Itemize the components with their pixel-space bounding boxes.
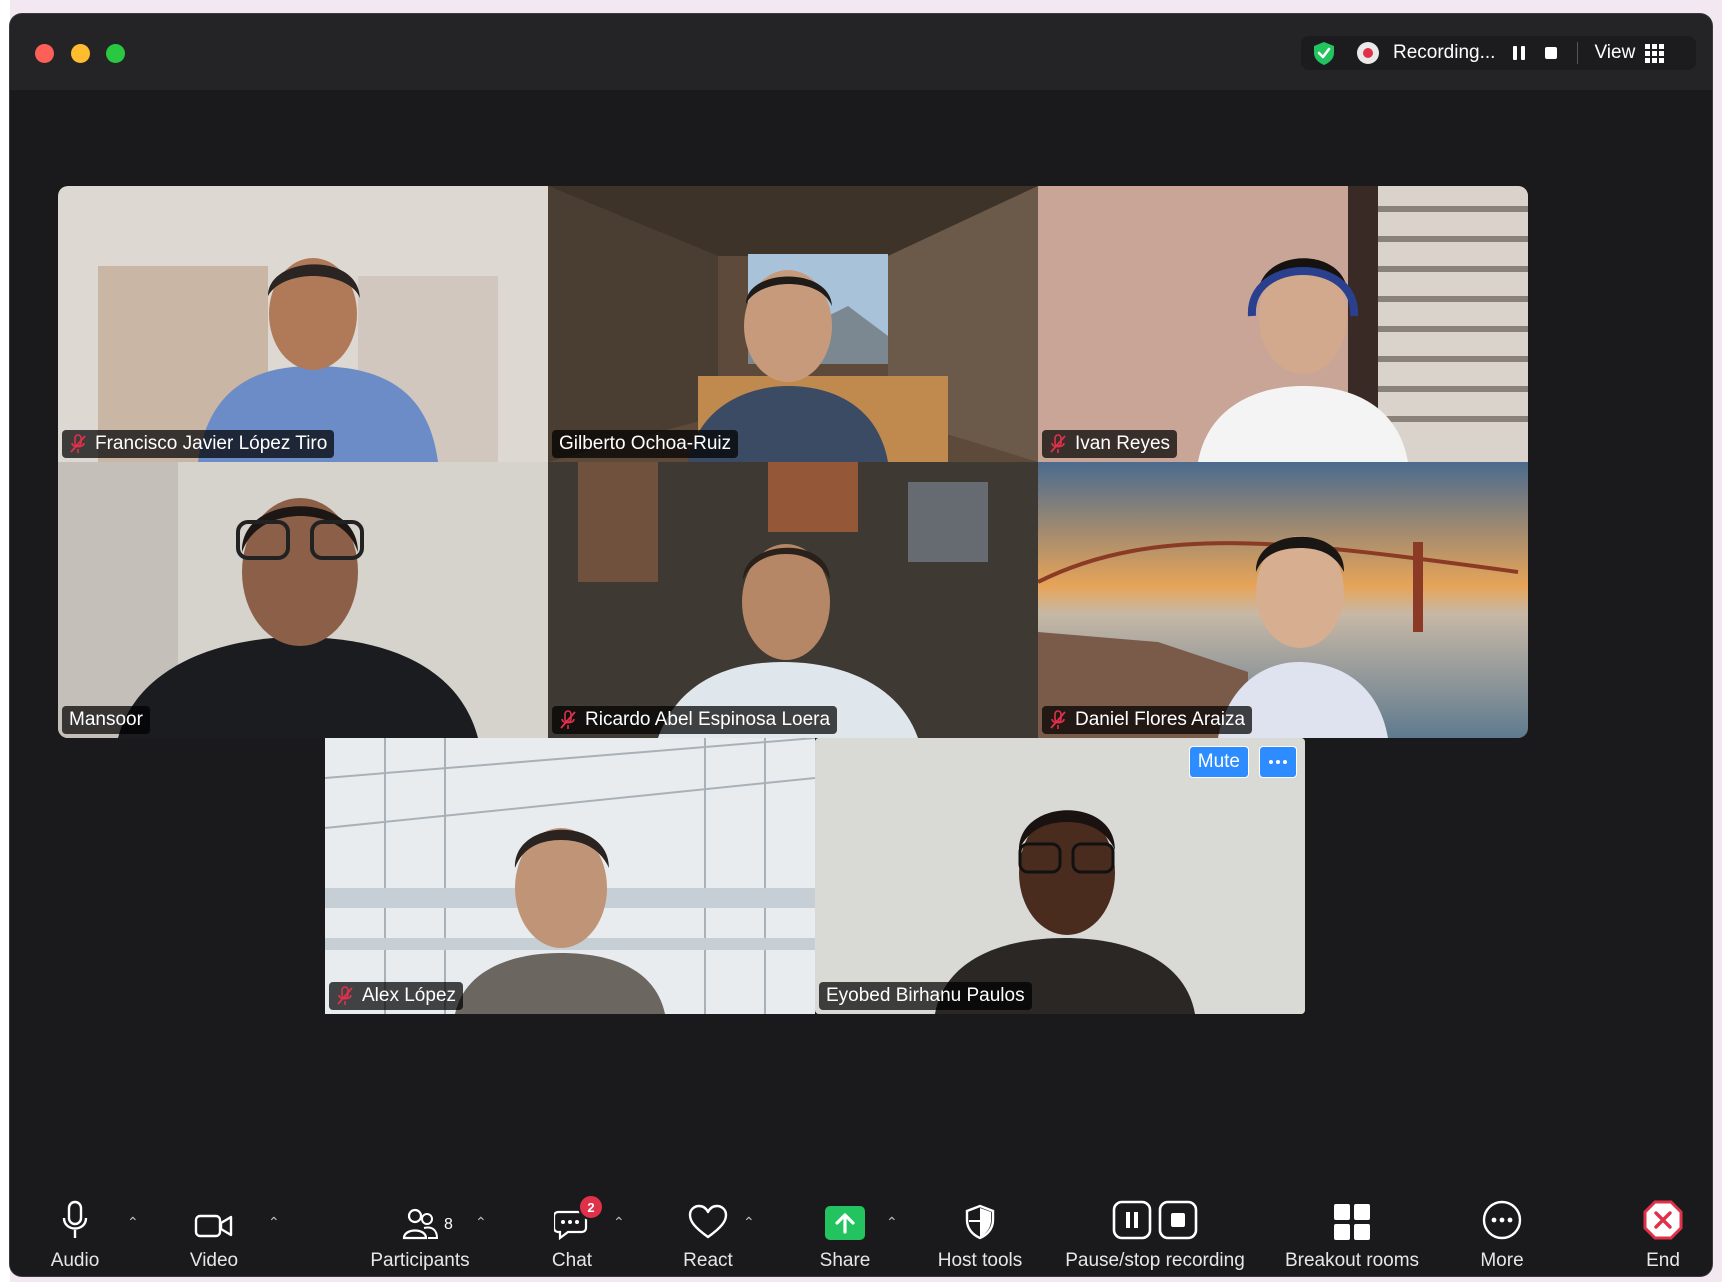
unread-chat-badge: 2 — [578, 1194, 604, 1220]
close-window-button[interactable] — [35, 44, 54, 63]
video-tile[interactable]: Alex López — [325, 738, 815, 1014]
react-label: React — [683, 1250, 733, 1271]
participant-name-tag: Alex López — [329, 982, 464, 1010]
participant-name: Mansoor — [69, 709, 143, 730]
microphone-icon — [62, 1200, 88, 1238]
participant-name: Francisco Javier López Tiro — [95, 433, 328, 454]
participant-name-tag: Mansoor — [62, 706, 150, 734]
video-tile[interactable]: Ricardo Abel Espinosa Loera — [548, 462, 1038, 738]
background-page — [0, 0, 10, 1282]
react-options-caret[interactable]: ⌃ — [743, 1214, 755, 1231]
participants-label: Participants — [370, 1250, 470, 1271]
react-button[interactable]: React — [668, 1186, 748, 1276]
pause-stop-recording-label: Pause/stop recording — [1065, 1250, 1245, 1271]
participant-name-tag: Francisco Javier López Tiro — [62, 430, 335, 458]
participant-name: Daniel Flores Araiza — [1075, 709, 1246, 730]
audio-button[interactable]: Audio — [35, 1186, 115, 1276]
participant-name: Ivan Reyes — [1075, 433, 1171, 454]
participant-name-tag: Eyobed Birhanu Paulos — [819, 982, 1032, 1010]
share-label: Share — [819, 1250, 871, 1271]
heart-icon — [688, 1204, 728, 1239]
participants-button[interactable]: Participants — [350, 1186, 490, 1276]
video-tile[interactable]: Daniel Flores Araiza — [1038, 462, 1528, 738]
video-options-caret[interactable]: ⌃ — [268, 1214, 280, 1231]
participant-name-tag: Ivan Reyes — [1042, 430, 1178, 458]
participant-video-feed — [1038, 186, 1528, 462]
more-label: More — [1480, 1250, 1524, 1271]
video-tile[interactable]: Francisco Javier López Tiro — [58, 186, 548, 462]
participant-name: Alex López — [362, 985, 457, 1006]
more-options-button[interactable] — [1259, 746, 1297, 778]
end-meeting-button[interactable]: End — [1623, 1186, 1703, 1276]
more-button[interactable]: More — [1462, 1186, 1542, 1276]
view-button-label[interactable]: View — [1594, 42, 1635, 64]
participant-video-feed — [58, 186, 548, 462]
participant-video-feed — [325, 738, 815, 1014]
breakout-rooms-label: Breakout rooms — [1284, 1250, 1420, 1271]
maximize-window-button[interactable] — [106, 44, 125, 63]
video-button[interactable]: Video — [174, 1186, 254, 1276]
share-button[interactable]: Share — [805, 1186, 885, 1276]
participant-video-feed — [815, 738, 1305, 1014]
shield-icon — [965, 1204, 995, 1240]
participant-name: Eyobed Birhanu Paulos — [826, 985, 1025, 1006]
chat-label: Chat — [551, 1250, 593, 1271]
muted-mic-icon — [1050, 710, 1066, 729]
video-tile[interactable]: Gilberto Ochoa-Ruiz — [548, 186, 1038, 462]
chat-options-caret[interactable]: ⌃ — [613, 1214, 625, 1231]
participant-name-tag: Gilberto Ochoa-Ruiz — [552, 430, 739, 458]
breakout-rooms-icon — [1334, 1204, 1370, 1240]
pause-stop-recording-button[interactable]: Pause/stop recording — [1050, 1186, 1260, 1276]
stop-recording-icon[interactable] — [1545, 47, 1558, 59]
meeting-toolbar: Audio ⌃ Video ⌃ Participants 8 ⌃ Chat 2 … — [10, 1186, 1712, 1276]
participants-count: 8 — [444, 1216, 453, 1233]
video-tile[interactable]: Mansoor — [58, 462, 548, 738]
host-tools-button[interactable]: Host tools — [920, 1186, 1040, 1276]
participant-video-feed — [58, 462, 548, 738]
more-icon — [1482, 1200, 1522, 1240]
video-camera-icon — [194, 1214, 233, 1238]
security-shield-icon[interactable] — [1311, 40, 1337, 66]
audio-label: Audio — [50, 1250, 100, 1271]
video-label: Video — [189, 1250, 239, 1271]
active-speaker-tile[interactable]: Mute Eyobed Birhanu Paulos — [815, 738, 1305, 1014]
pause-stop-recording-icon — [1112, 1200, 1198, 1240]
recording-indicator-icon — [1357, 42, 1379, 64]
minimize-window-button[interactable] — [71, 44, 90, 63]
muted-mic-icon — [1050, 434, 1066, 453]
mute-participant-button[interactable]: Mute — [1188, 746, 1249, 778]
pause-recording-icon[interactable] — [1513, 46, 1526, 60]
muted-mic-icon — [337, 986, 353, 1005]
end-label: End — [1646, 1250, 1680, 1271]
share-screen-icon — [825, 1206, 865, 1240]
divider — [1577, 42, 1579, 64]
end-meeting-icon — [1643, 1200, 1683, 1240]
title-bar: Recording... View — [10, 14, 1712, 90]
participants-options-caret[interactable]: ⌃ — [475, 1214, 487, 1231]
muted-mic-icon — [560, 710, 576, 729]
participant-name-tag: Ricardo Abel Espinosa Loera — [552, 706, 838, 734]
host-tools-label: Host tools — [937, 1250, 1023, 1271]
grid-view-icon[interactable] — [1645, 43, 1665, 63]
muted-mic-icon — [70, 434, 86, 453]
audio-options-caret[interactable]: ⌃ — [127, 1214, 139, 1231]
participant-name: Gilberto Ochoa-Ruiz — [559, 433, 732, 454]
recording-status-label: Recording... — [1393, 42, 1496, 63]
zoom-meeting-window: Recording... View Francisco Javier López… — [10, 14, 1712, 1276]
participant-video-feed — [548, 186, 1038, 462]
participant-name: Ricardo Abel Espinosa Loera — [585, 709, 831, 730]
breakout-rooms-button[interactable]: Breakout rooms — [1272, 1186, 1432, 1276]
meeting-status-bar: Recording... View — [1301, 36, 1696, 70]
video-tile[interactable]: Ivan Reyes — [1038, 186, 1528, 462]
participant-name-tag: Daniel Flores Araiza — [1042, 706, 1253, 734]
share-options-caret[interactable]: ⌃ — [886, 1214, 898, 1231]
participants-icon — [402, 1208, 438, 1240]
participant-video-feed — [1038, 462, 1528, 738]
participant-video-feed — [548, 462, 1038, 738]
